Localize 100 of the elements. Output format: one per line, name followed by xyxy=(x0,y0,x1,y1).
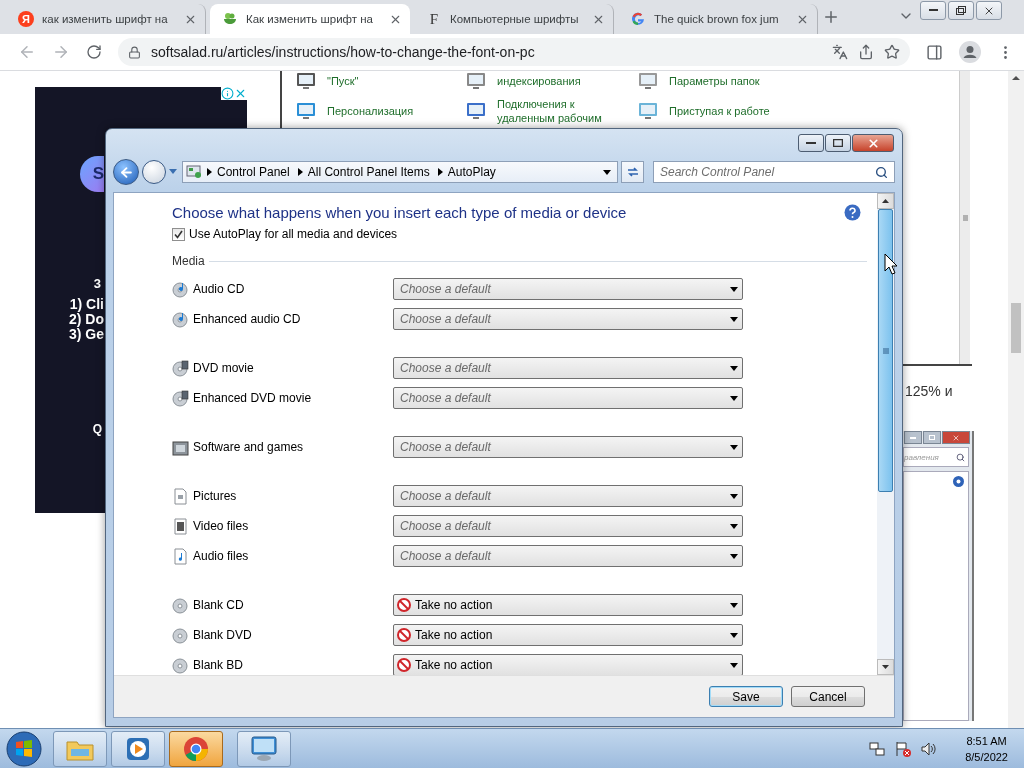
breadcrumb[interactable]: All Control Panel Items xyxy=(307,165,430,179)
maximize-icon xyxy=(923,431,941,444)
media-type-label: Software and games xyxy=(193,440,304,454)
picture-file-icon xyxy=(172,487,189,505)
flag-icon[interactable] xyxy=(895,740,912,757)
media-type-label: Blank DVD xyxy=(193,628,252,642)
action-dropdown[interactable]: Choose a default xyxy=(393,278,743,300)
side-panel-icon[interactable] xyxy=(926,43,943,61)
taskbar-app[interactable] xyxy=(237,730,291,767)
action-dropdown[interactable]: Choose a default xyxy=(393,485,743,507)
browser-tab[interactable]: Как изменить шрифт на xyxy=(210,4,410,34)
network-icon[interactable] xyxy=(869,740,886,757)
action-dropdown[interactable]: Take no action xyxy=(393,624,743,646)
back-button[interactable] xyxy=(113,159,139,185)
help-icon xyxy=(953,476,964,487)
tab-favicon: F xyxy=(428,11,440,27)
music-disc-icon xyxy=(172,280,189,298)
restore-icon[interactable] xyxy=(948,1,974,20)
no-entry-icon xyxy=(397,658,411,672)
new-tab-icon[interactable] xyxy=(822,8,840,26)
taskbar-app[interactable] xyxy=(169,730,223,767)
action-dropdown[interactable]: Choose a default xyxy=(393,515,743,537)
scroll-thumb[interactable] xyxy=(878,209,893,492)
breadcrumb[interactable]: Control Panel xyxy=(217,165,290,179)
article-text: 125% и xyxy=(905,383,954,399)
software-box-icon xyxy=(172,438,189,456)
star-icon[interactable] xyxy=(884,44,900,60)
scroll-down-button[interactable] xyxy=(877,659,894,675)
tab-title: Компьютерные шрифты xyxy=(450,13,580,25)
minimize-icon[interactable] xyxy=(920,1,946,20)
browser-tab[interactable]: F Компьютерные шрифты xyxy=(414,4,614,34)
disc-icon xyxy=(172,626,189,644)
window-icon xyxy=(637,101,659,121)
search-field[interactable]: Search Control Panel xyxy=(653,161,895,183)
start-button[interactable] xyxy=(5,729,43,768)
close-icon[interactable] xyxy=(976,1,1002,20)
scroll-thumb[interactable] xyxy=(1011,303,1021,353)
share-icon[interactable] xyxy=(858,44,874,60)
media-type-label: Enhanced audio CD xyxy=(193,312,301,326)
dropdown-arrow-icon xyxy=(730,523,738,529)
control-panel-icon xyxy=(186,165,202,179)
media-type-label: DVD movie xyxy=(193,361,254,375)
action-dropdown[interactable]: Choose a default xyxy=(393,308,743,330)
scroll-up-button[interactable] xyxy=(877,193,894,209)
window-icon xyxy=(637,71,659,91)
tab-title: как изменить шрифт на xyxy=(42,13,169,25)
minimize-button[interactable] xyxy=(798,134,824,152)
dropdown-arrow-icon xyxy=(730,444,738,450)
close-button[interactable] xyxy=(852,134,894,152)
action-dropdown[interactable]: Choose a default xyxy=(393,387,743,409)
action-dropdown[interactable]: Take no action xyxy=(393,594,743,616)
reload-icon[interactable] xyxy=(86,44,102,60)
close-icon xyxy=(942,431,970,444)
dropdown-arrow-icon xyxy=(730,395,738,401)
window-icon xyxy=(295,71,317,91)
action-dropdown[interactable]: Take no action xyxy=(393,654,743,675)
minimize-icon xyxy=(806,141,816,145)
help-icon[interactable] xyxy=(844,204,861,221)
taskbar-app[interactable] xyxy=(111,730,165,767)
chevron-icon xyxy=(207,168,212,176)
refresh-button[interactable] xyxy=(621,161,644,183)
film-disc-icon xyxy=(172,389,189,407)
clock[interactable]: 8:51 AM 8/5/2022 xyxy=(965,732,1008,765)
action-dropdown[interactable]: Choose a default xyxy=(393,436,743,458)
dropdown-arrow-icon xyxy=(603,169,611,175)
monitor-icon xyxy=(465,101,487,121)
search-icon xyxy=(875,165,888,179)
address-field[interactable]: Control Panel All Control Panel Items AutoPlay xyxy=(182,161,618,183)
refresh-icon xyxy=(625,166,640,178)
speaker-icon[interactable] xyxy=(921,740,938,757)
translate-icon[interactable] xyxy=(832,44,848,60)
address-bar[interactable]: softsalad.ru/articles/instructions/how-to-change-the-font-on-pc xyxy=(118,38,910,66)
breadcrumb[interactable]: AutoPlay xyxy=(447,165,496,179)
checkbox[interactable] xyxy=(172,227,185,241)
page-heading: Choose what happens when you insert each type of media or device xyxy=(172,204,627,221)
action-dropdown[interactable]: Choose a default xyxy=(393,357,743,379)
dialog-button[interactable]: Cancel xyxy=(791,686,865,707)
no-entry-icon xyxy=(397,628,411,642)
ad-logo: S xyxy=(80,156,104,192)
browser-tab[interactable]: The quick brown fox jum xyxy=(618,4,818,34)
dropdown-arrow-icon xyxy=(730,365,738,371)
checkbox-label: Use AutoPlay for all media and devices xyxy=(189,227,398,241)
recent-pages-icon[interactable] xyxy=(169,169,177,175)
browser-tab[interactable]: Я как изменить шрифт на xyxy=(6,4,206,34)
maximize-button[interactable] xyxy=(825,134,851,152)
media-type-label: Audio files xyxy=(193,549,249,563)
music-disc-icon xyxy=(172,310,189,328)
ad-step: 3) Ge xyxy=(69,327,104,342)
music-file-icon xyxy=(172,547,189,565)
ad-step: 2) Do xyxy=(69,312,104,327)
tab-favicon: Я xyxy=(18,11,34,27)
action-dropdown[interactable]: Choose a default xyxy=(393,545,743,567)
dialog-button[interactable]: Save xyxy=(709,686,783,707)
profile-icon[interactable] xyxy=(959,41,981,63)
dropdown-arrow-icon xyxy=(730,602,738,608)
tab-title: Как изменить шрифт на xyxy=(246,13,374,25)
leaf-bowl-icon xyxy=(222,11,238,27)
forward-button[interactable] xyxy=(142,160,166,184)
info-icon[interactable] xyxy=(221,87,234,100)
ad-step: 1) Cli xyxy=(69,297,104,312)
